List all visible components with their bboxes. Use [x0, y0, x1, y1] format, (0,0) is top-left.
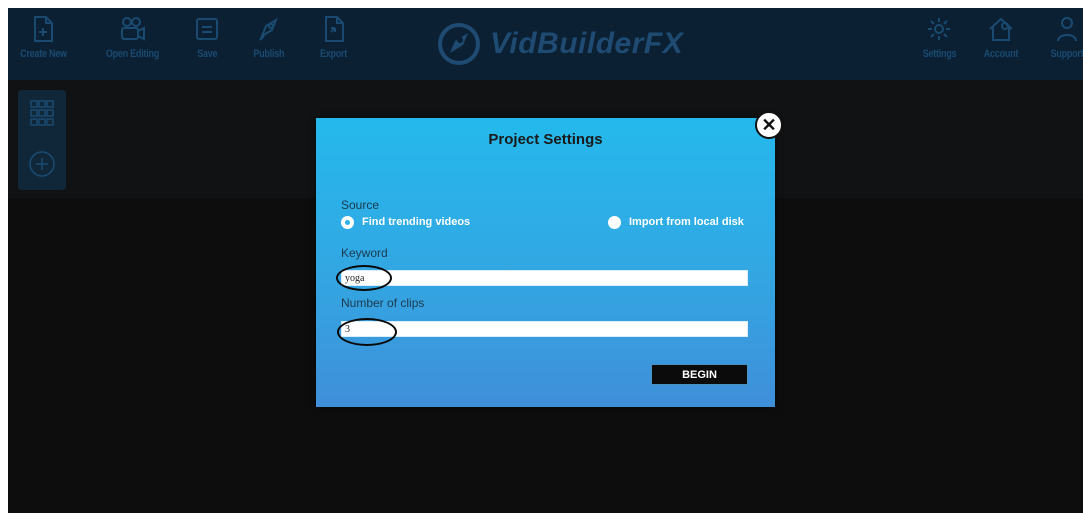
- open-editing-label: Open Editing: [105, 48, 159, 60]
- dialog-title: Project Settings: [488, 131, 603, 148]
- close-icon: ✕: [761, 115, 777, 135]
- gear-icon: [928, 18, 950, 40]
- account-button[interactable]: Account: [972, 14, 1030, 74]
- option-import-local[interactable]: Import from local disk: [608, 214, 744, 230]
- source-label: Source: [341, 198, 380, 212]
- add-circle-icon[interactable]: [28, 150, 56, 178]
- create-new-button[interactable]: Create New: [14, 14, 72, 74]
- save-label: Save: [196, 48, 218, 60]
- option-find-trending[interactable]: Find trending videos: [341, 214, 470, 230]
- save-icon: [196, 18, 218, 40]
- export-button[interactable]: Export: [305, 14, 363, 74]
- support-button[interactable]: Support: [1038, 14, 1083, 74]
- account-label: Account: [983, 48, 1019, 60]
- export-label: Export: [320, 48, 348, 60]
- publish-label: Publish: [253, 48, 285, 60]
- folder-camera-icon: [121, 17, 145, 41]
- clips-label: Number of clips: [341, 296, 425, 310]
- open-editing-button[interactable]: Open Editing: [103, 14, 161, 74]
- support-label: Support: [1050, 48, 1083, 60]
- close-dialog-button[interactable]: ✕: [755, 111, 783, 139]
- top-toolbar: Create New Open Editing Save Publish Exp…: [8, 8, 1083, 80]
- clips-input[interactable]: [341, 321, 748, 337]
- settings-button[interactable]: Settings: [910, 14, 968, 74]
- project-settings-dialog: Project Settings Source Find trending vi…: [316, 118, 775, 407]
- save-button[interactable]: Save: [178, 14, 236, 74]
- layout-grid-icon[interactable]: [30, 100, 54, 126]
- export-icon: [325, 16, 344, 42]
- option-find-trending-label: Find trending videos: [362, 216, 471, 228]
- left-tool-panel: [18, 90, 66, 190]
- publish-button[interactable]: Publish: [240, 14, 298, 74]
- file-plus-icon: [34, 16, 53, 42]
- keyword-label: Keyword: [341, 246, 388, 260]
- app-logo: VidBuilderFX: [436, 20, 683, 68]
- rocket-icon: [259, 17, 279, 41]
- begin-button[interactable]: BEGIN: [651, 364, 748, 385]
- home-gear-icon: [989, 17, 1013, 41]
- radio-unselected-icon[interactable]: [608, 215, 621, 229]
- rocket-logo-icon: [438, 23, 480, 65]
- keyword-input[interactable]: [341, 270, 748, 286]
- brand-name: VidBuilderFX: [490, 27, 684, 60]
- option-import-local-label: Import from local disk: [629, 216, 744, 228]
- support-icon: [1057, 17, 1077, 42]
- create-new-label: Create New: [19, 48, 67, 60]
- radio-selected-icon[interactable]: [341, 215, 354, 229]
- settings-label: Settings: [922, 48, 956, 60]
